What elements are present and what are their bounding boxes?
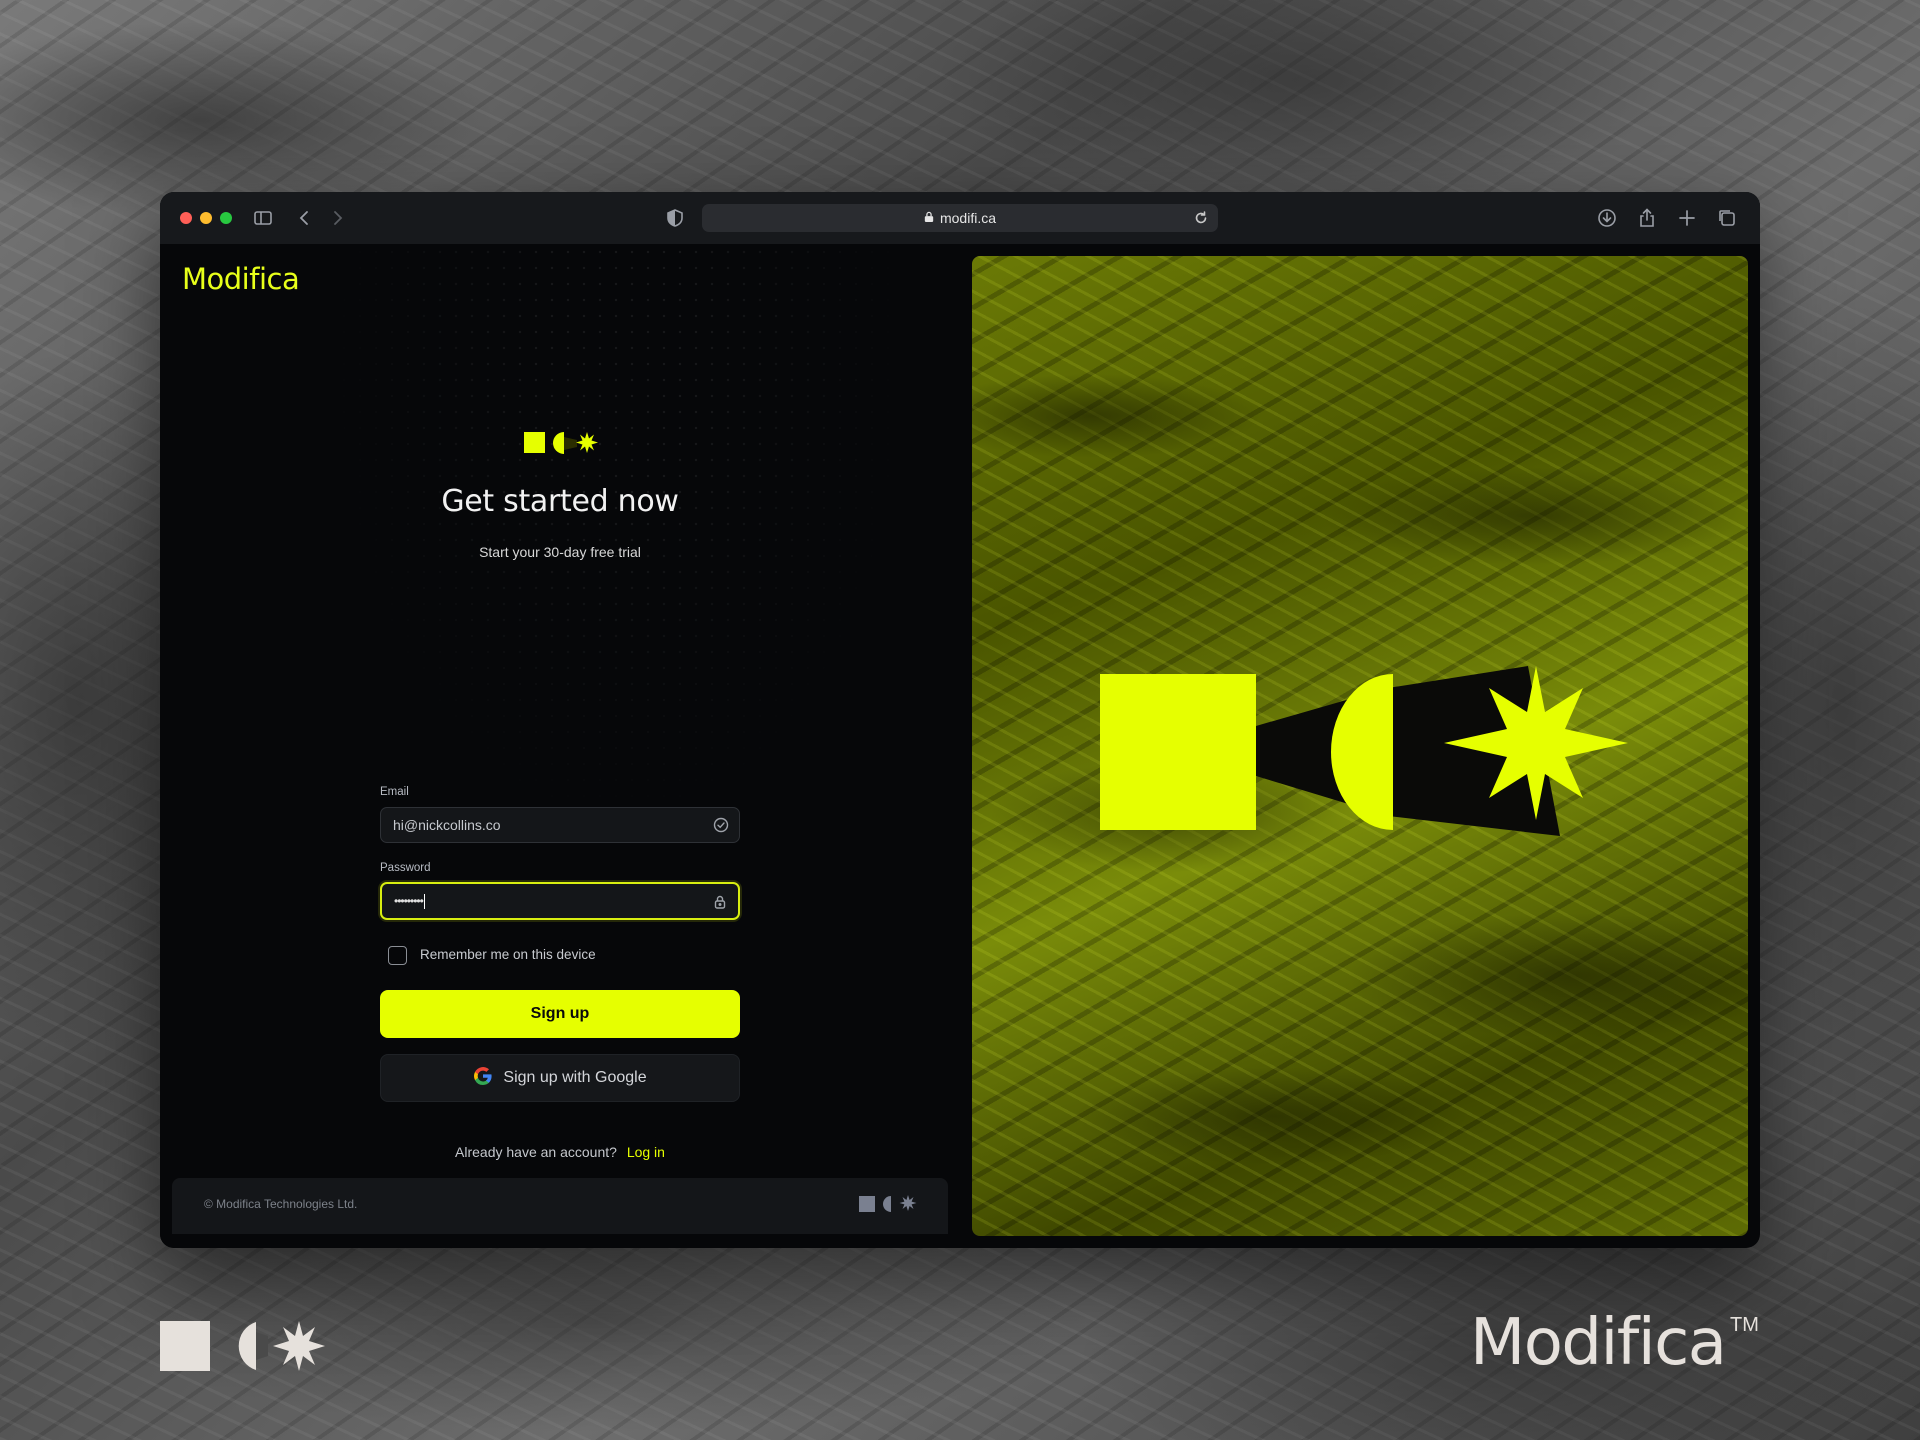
sidebar-icon[interactable] [252,207,274,229]
browser-toolbar: modifi.ca [160,192,1760,244]
hero-image-panel [972,256,1748,1236]
footer-bar: © Modifica Technologies Ltd. [172,1178,948,1234]
share-icon[interactable] [1636,207,1658,229]
remember-label[interactable]: Remember me on this device [420,947,596,962]
bottom-mark-icon [160,1321,325,1371]
google-signup-label: Sign up with Google [503,1069,647,1086]
browser-window: modifi.ca Modifica Get started now Start… [160,192,1760,1248]
zoom-window-button[interactable] [220,212,232,224]
url-text: modifi.ca [939,210,997,226]
email-value: hi@nickcollins.co [393,817,501,833]
modifica-mark-icon [524,432,598,454]
remember-checkbox[interactable] [388,946,407,965]
password-value: ••••••••• [394,894,424,908]
password-label: Password [380,862,431,874]
download-icon[interactable] [1596,207,1618,229]
text-caret [423,893,426,909]
trademark-symbol: TM [1730,1314,1759,1336]
footer-mark-icon [859,1195,917,1212]
shield-icon[interactable] [664,207,686,229]
login-prompt: Already have an account? [455,1144,617,1160]
login-link[interactable]: Log in [627,1144,665,1160]
email-field[interactable]: hi@nickcollins.co [380,807,740,843]
email-label: Email [380,786,409,798]
reload-icon[interactable] [1192,209,1210,227]
modifica-large-mark-icon [1100,666,1628,836]
lock-icon [712,894,728,910]
google-icon [473,1066,493,1091]
back-icon[interactable] [294,207,316,229]
google-signup-button[interactable]: Sign up with Google [380,1054,740,1102]
plus-icon[interactable] [1676,207,1698,229]
page-title: Get started now [441,484,679,519]
check-circle-icon [713,817,729,833]
lock-icon [924,210,934,226]
tabs-icon[interactable] [1716,207,1738,229]
signup-panel: Modifica Get started now Start your 30-d… [160,244,960,1248]
sign-up-button[interactable]: Sign up [380,990,740,1038]
minimize-window-button[interactable] [200,212,212,224]
copyright-text: © Modifica Technologies Ltd. [204,1197,358,1211]
close-window-button[interactable] [180,212,192,224]
brand-logo[interactable]: Modifica [182,262,300,296]
login-prompt-row: Already have an account? Log in [160,1144,960,1160]
forward-icon[interactable] [326,207,348,229]
address-bar[interactable]: modifi.ca [702,204,1218,232]
brand-wordmark: Modifica [1470,1306,1727,1380]
page-subtitle: Start your 30-day free trial [479,544,641,560]
password-field[interactable]: ••••••••• [380,882,740,920]
